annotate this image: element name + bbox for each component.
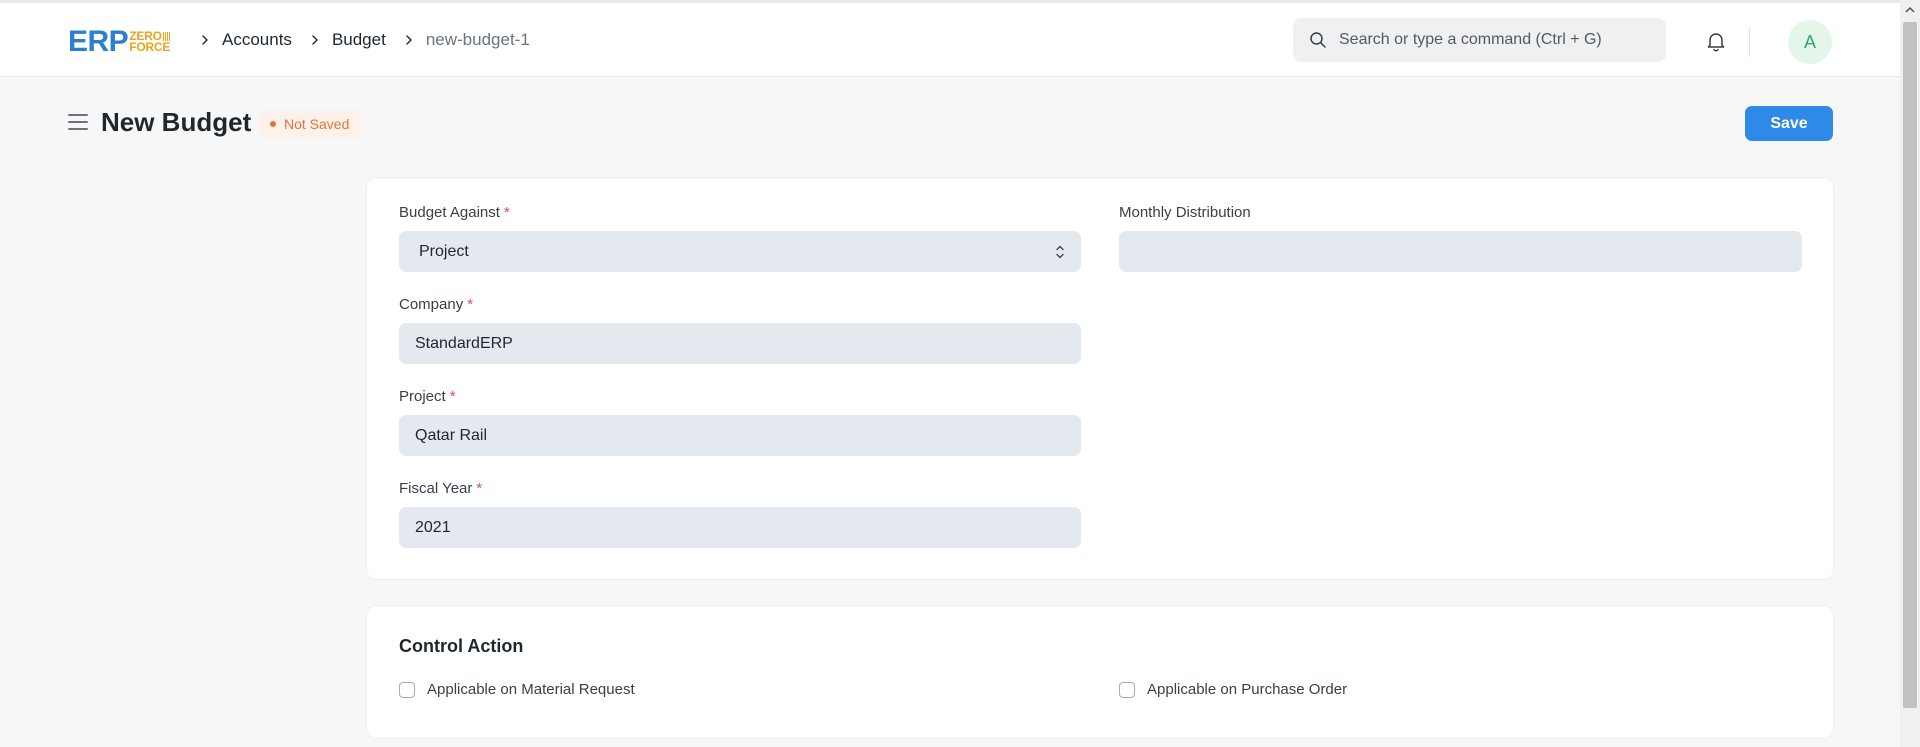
material-request-label: Applicable on Material Request [427,681,635,698]
required-marker: * [449,388,456,405]
select-arrows-icon [1056,245,1064,259]
page-title: New Budget [101,107,252,137]
company-input[interactable]: StandardERP [399,323,1081,364]
logo-erp-text: ERP [68,25,129,58]
vertical-scrollbar[interactable] [1900,0,1920,747]
project-input[interactable]: Qatar Rail [399,415,1081,456]
navbar-divider [1749,27,1750,57]
search-bar[interactable] [1293,18,1666,62]
budget-against-value: Project [419,242,469,260]
chevron-right-icon [196,31,214,49]
bell-icon[interactable] [1704,29,1728,53]
breadcrumb-current[interactable]: new-budget-1 [426,30,530,50]
control-action-card: Control Action Applicable on Material Re… [366,605,1834,739]
breadcrumb-accounts[interactable]: Accounts [222,30,292,50]
status-text: Not Saved [284,116,350,132]
sidebar-toggle-icon[interactable] [68,114,88,132]
purchase-order-checkbox[interactable] [1119,681,1135,698]
budget-against-select[interactable]: Project [399,231,1081,272]
purchase-order-label: Applicable on Purchase Order [1147,681,1348,698]
logo-subtext: ZERO FORCE [129,30,171,54]
monthly-distribution-label: Monthly Distribution [1119,204,1251,221]
erp-logo[interactable]: ERP ZERO FORCE [68,27,170,57]
required-marker: * [467,296,474,313]
navbar: ERP ZERO FORCE Accounts Budget new-budge… [0,3,1900,77]
fiscal-year-label: Fiscal Year * [399,480,483,497]
chevron-right-icon [306,31,324,49]
monthly-distribution-input[interactable] [1119,231,1802,272]
breadcrumb: Accounts Budget new-budget-1 [196,30,544,50]
chevron-right-icon [400,31,418,49]
scrollbar-thumb[interactable] [1903,22,1917,708]
status-dot-icon [270,121,276,127]
search-input[interactable] [1339,31,1639,49]
avatar[interactable]: A [1788,20,1832,64]
project-label: Project * [399,388,456,405]
breadcrumb-budget[interactable]: Budget [332,30,386,50]
company-label: Company * [399,296,474,313]
status-badge: Not Saved [260,110,362,138]
required-marker: * [503,204,510,221]
project-value: Qatar Rail [415,426,488,444]
purchase-order-checkbox-row[interactable]: Applicable on Purchase Order [1119,681,1347,698]
material-request-checkbox-row[interactable]: Applicable on Material Request [399,681,635,698]
budget-against-label: Budget Against * [399,204,510,221]
fiscal-year-input[interactable]: 2021 [399,507,1081,548]
save-button[interactable]: Save [1745,106,1833,141]
scroll-up-arrow-icon[interactable] [1900,2,1920,18]
required-marker: * [476,480,483,497]
budget-details-card: Budget Against * Project Monthly Distribu… [366,177,1834,580]
control-action-title: Control Action [399,636,524,656]
material-request-checkbox[interactable] [399,681,415,698]
search-icon [1310,32,1326,48]
fiscal-year-value: 2021 [415,518,451,536]
logo-force-text: FORCE [129,40,171,54]
company-value: StandardERP [415,334,513,352]
app-window: ERP ZERO FORCE Accounts Budget new-budge… [0,0,1900,747]
